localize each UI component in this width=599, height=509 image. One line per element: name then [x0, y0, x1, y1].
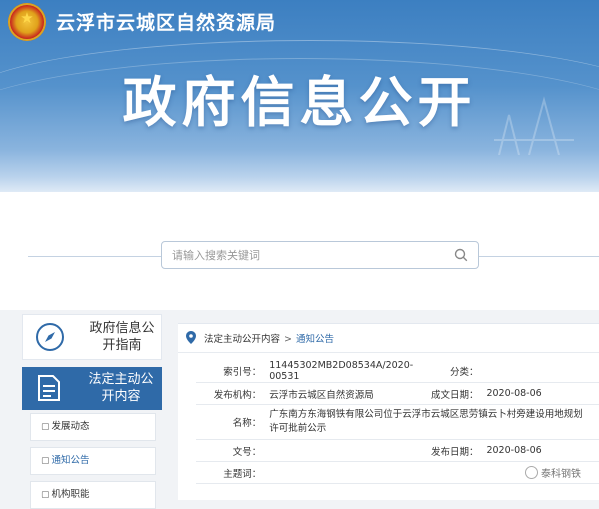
banner-title: 政府信息公开 — [122, 71, 477, 134]
agency-name[interactable]: 云浮市云城区自然资源局 — [56, 8, 276, 35]
search-box — [161, 241, 479, 269]
national-emblem-logo — [8, 3, 46, 41]
subject-label: 主题词： — [196, 461, 266, 484]
index-label: 索引号： — [196, 360, 266, 383]
sidebar-item-label: 法定主动公开内容 — [88, 372, 154, 404]
wechat-logo-icon — [525, 466, 538, 479]
sidebar-item-functions[interactable]: ▢ 机构职能 — [30, 481, 156, 509]
sidebar-item-label: 通知公告 — [51, 455, 90, 466]
sidebar-item-label: 发展动态 — [51, 421, 90, 432]
breadcrumb-separator: > — [284, 334, 292, 345]
breadcrumb-current: 通知公告 — [295, 334, 334, 345]
sidebar-item-mandatory-disclosure[interactable]: 法定主动公开内容 — [22, 367, 162, 410]
publish-date-label: 发布日期： — [417, 439, 483, 462]
created-date-label: 成文日期： — [417, 382, 483, 405]
table-row: 索引号： 11445302MB2D08534A/2020-00531 分类： — [196, 360, 599, 383]
table-row: 文号： 发布日期： 2020-08-06 — [196, 439, 599, 462]
created-date-value: 2020-08-06 — [482, 382, 599, 405]
compass-icon — [36, 323, 64, 351]
publish-date-value: 2020-08-06 — [482, 439, 599, 462]
publisher-value: 云浮市云城区自然资源局 — [265, 382, 418, 405]
breadcrumb-parent-link[interactable]: 法定主动公开内容 — [204, 334, 280, 345]
document-icon: ▢ — [41, 422, 50, 432]
title-value: 广东南方东海钢铁有限公司位于云浮市云城区思劳镇云卜村旁建设用地规划许可批前公示 — [265, 404, 599, 440]
document-icon — [38, 375, 60, 401]
watermark-text: 泰科钢铁 — [541, 469, 581, 480]
sidebar-item-guide[interactable]: 政府信息公开指南 — [22, 314, 162, 360]
map-pin-icon — [186, 331, 196, 344]
index-value: 11445302MB2D08534A/2020-00531 — [265, 360, 418, 383]
publisher-label: 发布机构： — [196, 382, 266, 405]
category-label: 分类： — [417, 360, 483, 383]
divider-line — [479, 256, 599, 257]
sidebar-item-label: 机构职能 — [51, 489, 90, 500]
doc-number-label: 文号： — [196, 439, 266, 462]
search-icon[interactable] — [454, 248, 468, 262]
watermark: 泰科钢铁 — [521, 464, 585, 481]
title-label: 名称： — [196, 404, 266, 440]
document-icon: ▢ — [41, 456, 50, 466]
divider-line — [28, 256, 161, 257]
category-value — [482, 360, 599, 383]
sidebar-item-label: 政府信息公开指南 — [89, 321, 155, 353]
table-row: 发布机构： 云浮市云城区自然资源局 成文日期： 2020-08-06 — [196, 382, 599, 405]
doc-number-value — [265, 439, 418, 462]
sidebar-item-notices[interactable]: ▢ 通知公告 — [30, 447, 156, 475]
table-row: 名称： 广东南方东海钢铁有限公司位于云浮市云城区思劳镇云卜村旁建设用地规划许可批… — [196, 404, 599, 440]
sidebar-item-development-news[interactable]: ▢ 发展动态 — [30, 413, 156, 441]
breadcrumb: 法定主动公开内容 > 通知公告 — [178, 324, 599, 353]
search-input[interactable] — [162, 242, 452, 268]
